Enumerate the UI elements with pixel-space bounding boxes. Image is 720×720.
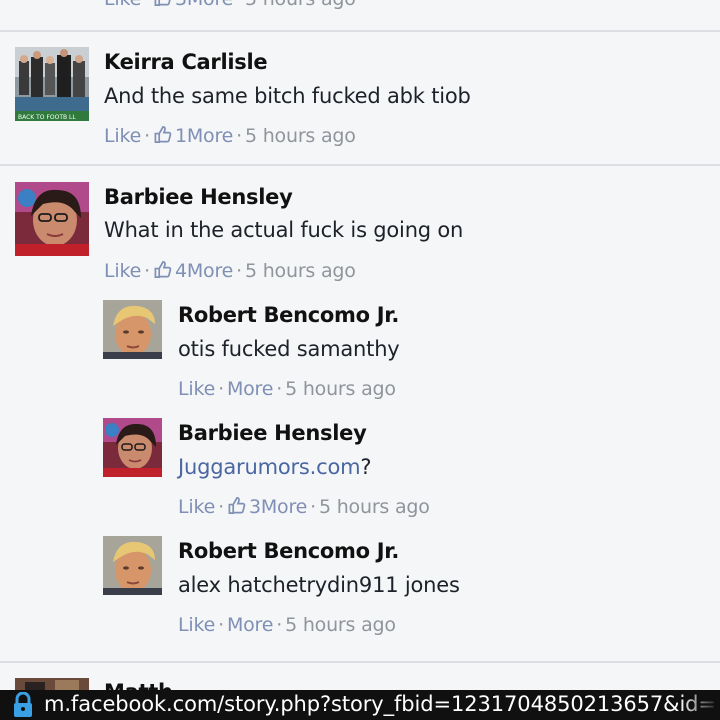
- timestamp: 5 hours ago: [244, 125, 356, 147]
- url-text[interactable]: m.facebook.com/story.php?story_fbid=1231…: [44, 692, 716, 716]
- more-link[interactable]: 1More: [175, 125, 233, 147]
- timestamp: 5 hours ago: [285, 378, 396, 400]
- commenter-name[interactable]: Barbiee Hensley: [178, 421, 367, 445]
- thumbs-up-icon: [228, 497, 246, 514]
- like-link[interactable]: Like: [178, 614, 215, 636]
- commenter-name[interactable]: Robert Bencomo Jr.: [178, 539, 399, 563]
- avatar[interactable]: [103, 418, 162, 477]
- divider: [0, 30, 720, 32]
- comment-meta: Like · More · 5 hours ago: [178, 378, 396, 400]
- comment-text: Juggarumors.com?: [178, 455, 372, 479]
- timestamp: 5 hours ago: [245, 0, 356, 10]
- thumbs-up-icon: [154, 0, 171, 6]
- more-link[interactable]: 3More: [249, 496, 307, 518]
- more-link[interactable]: 4More: [175, 260, 233, 282]
- timestamp: 5 hours ago: [318, 496, 430, 518]
- more-link[interactable]: More: [227, 378, 274, 400]
- comment-text: otis fucked samanthy: [178, 337, 400, 361]
- like-link[interactable]: Like: [104, 0, 141, 10]
- timestamp: 5 hours ago: [244, 260, 356, 282]
- comment-text: And the same bitch fucked abk tiob: [104, 84, 471, 108]
- lock-icon: [14, 692, 32, 717]
- avatar[interactable]: BACK TO FOOTB LL: [15, 47, 89, 121]
- divider: [0, 661, 720, 663]
- timestamp: 5 hours ago: [285, 614, 396, 636]
- comment-meta: Like · 1More · 5 hours ago: [104, 125, 356, 147]
- like-link[interactable]: Like: [178, 378, 215, 400]
- more-link[interactable]: More: [227, 614, 274, 636]
- avatar[interactable]: [15, 182, 89, 256]
- top-meta-line: Like·3More·5 hours ago: [104, 0, 356, 10]
- commenter-name[interactable]: Barbiee Hensley: [104, 185, 293, 209]
- comment-text: alex hatchetrydin911 jones: [178, 573, 460, 597]
- divider: [0, 164, 720, 166]
- like-link[interactable]: Like: [104, 260, 141, 282]
- avatar[interactable]: [103, 536, 162, 595]
- comment-meta: Like · 4More · 5 hours ago: [104, 260, 356, 282]
- avatar-caption: BACK TO FOOTB LL: [18, 114, 76, 121]
- commenter-name[interactable]: Keirra Carlisle: [104, 50, 268, 74]
- comment-text-suffix: ?: [360, 455, 372, 479]
- url-bar[interactable]: m.facebook.com/story.php?story_fbid=1231…: [0, 690, 720, 720]
- comment-meta: Like · 3More · 5 hours ago: [178, 496, 430, 518]
- url-fade: [680, 690, 720, 720]
- more-link[interactable]: 3More: [175, 0, 233, 10]
- commenter-name[interactable]: Robert Bencomo Jr.: [178, 303, 399, 327]
- comment-meta: Like · More · 5 hours ago: [178, 614, 396, 636]
- avatar[interactable]: [103, 300, 162, 359]
- comment-link[interactable]: Juggarumors.com: [178, 455, 361, 479]
- thumbs-up-icon: [154, 261, 172, 278]
- thumbs-up-icon: [154, 126, 172, 143]
- like-link[interactable]: Like: [178, 496, 215, 518]
- like-link[interactable]: Like: [104, 125, 141, 147]
- comment-text: What in the actual fuck is going on: [104, 218, 464, 242]
